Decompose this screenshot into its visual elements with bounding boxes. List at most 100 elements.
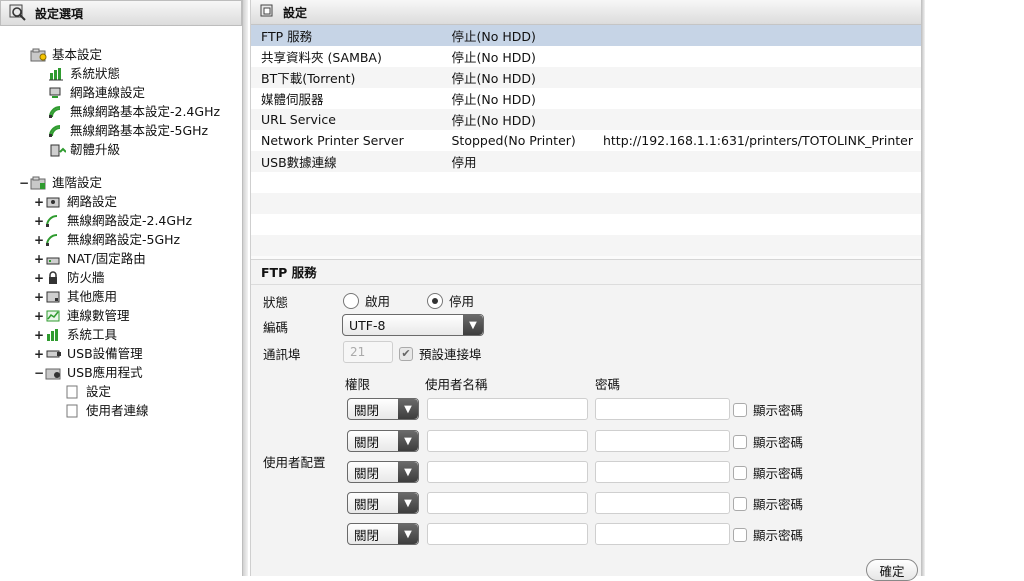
show-password-checkbox[interactable] — [733, 434, 747, 449]
password-input[interactable] — [595, 492, 730, 514]
tree-label: 網路設定 — [67, 194, 118, 209]
expand-toggle[interactable]: + — [33, 212, 45, 230]
username-input[interactable] — [427, 461, 588, 483]
expand-toggle[interactable]: + — [33, 250, 45, 268]
permission-select[interactable]: 關閉 ▼ — [347, 461, 419, 483]
permission-select-value: 關閉 — [354, 527, 380, 543]
table-row[interactable]: 媒體伺服器 停止(No HDD) — [251, 88, 923, 109]
right-panel-title: 設定 — [283, 5, 308, 20]
table-row[interactable]: BT下載(Torrent) 停止(No HDD) — [251, 67, 923, 88]
expand-toggle[interactable]: + — [33, 345, 45, 363]
show-password-checkbox[interactable] — [733, 496, 747, 511]
tree-item-advanced-settings[interactable]: − 進階設定 — [18, 174, 102, 192]
tree-item-usb-device-management[interactable]: + USB設備管理 — [33, 345, 143, 363]
show-password-checkbox[interactable] — [733, 402, 747, 417]
tree-item-usb-app-settings[interactable]: 設定 — [64, 383, 111, 401]
expand-toggle[interactable]: + — [33, 231, 45, 249]
username-input[interactable] — [427, 523, 588, 545]
service-status-table: FTP 服務 停止(No HDD) 共享資料夾 (SAMBA) 停止(No HD… — [251, 25, 923, 256]
tree-label: 無線網路基本設定-5GHz — [70, 123, 209, 138]
username-input[interactable] — [427, 398, 588, 420]
tree-item-system-status[interactable]: 系統狀態 — [48, 65, 120, 83]
empty-table-row — [251, 193, 923, 214]
upgrade-icon — [48, 143, 67, 157]
wifi-icon — [45, 233, 63, 247]
show-password-group[interactable]: 顯示密碼 — [733, 494, 803, 513]
expand-toggle[interactable]: + — [33, 269, 45, 287]
tree-label: 其他應用 — [67, 289, 118, 304]
tree-item-nat-static-route[interactable]: + NAT/固定路由 — [33, 250, 146, 268]
tree-item-other-apps[interactable]: + 其他應用 — [33, 288, 117, 306]
collapse-toggle[interactable]: − — [33, 364, 45, 382]
tree-item-usb-apps[interactable]: − USB應用程式 — [33, 364, 143, 382]
tree-label: 韌體升級 — [70, 142, 121, 157]
tree-label: 系統工具 — [67, 327, 118, 342]
show-password-group[interactable]: 顯示密碼 — [733, 525, 803, 544]
table-row[interactable]: USB數據連線 停用 — [251, 151, 923, 172]
tree-item-usb-app-user-connection[interactable]: 使用者連線 — [64, 402, 149, 420]
permission-select[interactable]: 關閉 ▼ — [347, 398, 419, 420]
tree-item-wireless-basic-24[interactable]: 無線網路基本設定-2.4GHz — [48, 103, 220, 121]
permission-select[interactable]: 關閉 ▼ — [347, 430, 419, 452]
tree-item-wireless-settings-5[interactable]: + 無線網路設定-5GHz — [33, 231, 180, 249]
username-input[interactable] — [427, 492, 588, 514]
tree-label: 防火牆 — [67, 270, 105, 285]
wifi-icon — [45, 214, 63, 228]
tree-item-firewall[interactable]: + 防火牆 — [33, 269, 105, 287]
tree-item-wireless-basic-5[interactable]: 無線網路基本設定-5GHz — [48, 122, 208, 140]
tools-icon — [45, 328, 63, 342]
chevron-down-icon: ▼ — [398, 399, 418, 419]
confirm-button[interactable]: 確定 — [866, 559, 918, 581]
page-icon — [64, 404, 82, 418]
search-settings-icon — [9, 4, 27, 22]
expand-toggle[interactable]: + — [33, 307, 45, 325]
chevron-down-icon: ▼ — [398, 462, 418, 482]
permission-select[interactable]: 關閉 ▼ — [347, 492, 419, 514]
table-row[interactable]: URL Service 停止(No HDD) — [251, 109, 923, 130]
table-row[interactable]: Network Printer Server Stopped(No Printe… — [251, 130, 923, 151]
tree-label: 連線數管理 — [67, 308, 130, 323]
left-panel-header: 設定選項 — [0, 0, 242, 26]
expand-toggle[interactable]: + — [33, 326, 45, 344]
password-input[interactable] — [595, 430, 730, 452]
show-password-group[interactable]: 顯示密碼 — [733, 463, 803, 482]
expand-toggle[interactable]: + — [33, 288, 45, 306]
show-password-label: 顯示密碼 — [753, 466, 804, 481]
user-rows-container: 關閉 ▼ 顯示密碼 關閉 ▼ 顯示密碼 關閉 ▼ 顯示密碼 關閉 ▼ 顯示密碼 … — [251, 259, 923, 576]
empty-table-row — [251, 214, 923, 235]
permission-select[interactable]: 關閉 ▼ — [347, 523, 419, 545]
collapse-toggle[interactable]: − — [18, 174, 30, 192]
tree-item-network-settings[interactable]: + 網路設定 — [33, 193, 117, 211]
left-panel-title: 設定選項 — [35, 6, 84, 21]
password-input[interactable] — [595, 523, 730, 545]
folder-icon — [30, 176, 48, 190]
tree-label: 無線網路基本設定-2.4GHz — [70, 104, 221, 119]
tree-item-wireless-settings-24[interactable]: + 無線網路設定-2.4GHz — [33, 212, 192, 230]
expand-toggle[interactable]: + — [33, 193, 45, 211]
password-input[interactable] — [595, 398, 730, 420]
show-password-label: 顯示密碼 — [753, 435, 804, 450]
show-password-checkbox[interactable] — [733, 465, 747, 480]
lock-icon — [45, 271, 63, 285]
show-password-checkbox[interactable] — [733, 527, 747, 542]
tree-label: 使用者連線 — [86, 403, 149, 418]
permission-select-value: 關閉 — [354, 434, 380, 450]
table-row[interactable]: FTP 服務 停止(No HDD) — [251, 25, 923, 46]
permission-select-value: 關閉 — [354, 402, 380, 418]
chevron-down-icon: ▼ — [398, 431, 418, 451]
table-row[interactable]: 共享資料夾 (SAMBA) 停止(No HDD) — [251, 46, 923, 67]
network-settings-icon — [45, 195, 63, 209]
tree-item-network-connection[interactable]: 網路連線設定 — [48, 84, 145, 102]
right-content-panel: 設定 FTP 服務 停止(No HDD) 共享資料夾 (SAMBA) 停止(No… — [250, 0, 925, 581]
tree-label: 網路連線設定 — [70, 85, 146, 100]
show-password-group[interactable]: 顯示密碼 — [733, 432, 803, 451]
tree-item-connection-management[interactable]: + 連線數管理 — [33, 307, 130, 325]
password-input[interactable] — [595, 461, 730, 483]
username-input[interactable] — [427, 430, 588, 452]
router-icon — [45, 252, 63, 266]
apps-icon — [45, 290, 63, 304]
show-password-group[interactable]: 顯示密碼 — [733, 400, 803, 419]
tree-item-basic-settings[interactable]: 基本設定 — [30, 46, 102, 64]
tree-item-firmware-upgrade[interactable]: 韌體升級 — [48, 141, 120, 159]
tree-item-system-tools[interactable]: + 系統工具 — [33, 326, 117, 344]
